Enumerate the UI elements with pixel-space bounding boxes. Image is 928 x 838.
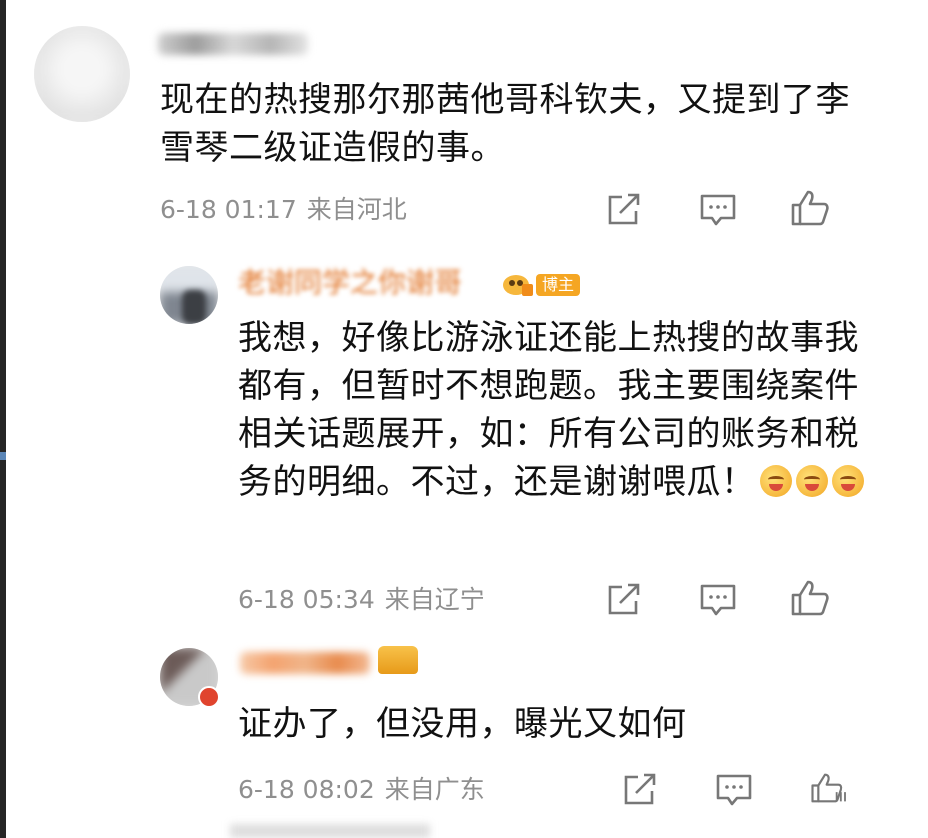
- share-icon: [624, 773, 656, 805]
- reply-button[interactable]: [698, 190, 738, 230]
- edge-marker: [0, 452, 6, 460]
- like-button[interactable]: [810, 768, 850, 808]
- emoji-icon: [759, 465, 792, 497]
- avatar[interactable]: [160, 266, 218, 324]
- comment-text: 现在的热搜那尔那茜他哥科钦夫，又提到了李雪琴二级证造假的事。: [160, 80, 850, 168]
- avatar[interactable]: [34, 26, 130, 122]
- next-comment-preview: [230, 824, 430, 838]
- comment-time: 6-18 05:34: [238, 585, 375, 614]
- comment-icon: [700, 194, 736, 226]
- username-blurred[interactable]: [240, 652, 370, 674]
- emoji-icon: [831, 465, 864, 497]
- comment-location: 来自辽宁: [384, 585, 485, 614]
- window-edge: [0, 0, 6, 838]
- share-button[interactable]: [604, 580, 644, 620]
- reply-button[interactable]: [698, 580, 738, 620]
- comment-icon: [716, 774, 752, 806]
- comment-text: 我想，好像比游泳证还能上热搜的故事我都有，但暂时不想跑题。我主要围绕案件相关话题…: [238, 314, 888, 506]
- reply-username[interactable]: 老谢同学之你谢哥: [238, 266, 462, 300]
- thumbs-up-icon: [791, 190, 829, 226]
- like-button[interactable]: [790, 578, 830, 618]
- thumbs-up-icon: [811, 773, 846, 803]
- comment-thread: 现在的热搜那尔那茜他哥科钦夫，又提到了李雪琴二级证造假的事。 6-18 01:1…: [0, 0, 928, 838]
- share-button[interactable]: [604, 190, 644, 230]
- comment-time: 6-18 01:17: [160, 195, 297, 224]
- username-blurred[interactable]: [158, 33, 308, 55]
- share-icon: [608, 193, 640, 225]
- comment-time: 6-18 08:02: [238, 775, 375, 804]
- emoji-icon: [795, 465, 828, 497]
- thumbs-up-icon: [791, 580, 829, 616]
- comment-icon: [700, 584, 736, 616]
- verified-badge-icon: [198, 686, 220, 708]
- comment-text: 证办了，但没用，曝光又如何: [238, 704, 687, 744]
- comment-location: 来自河北: [306, 195, 407, 224]
- comment-meta: 6-18 01:17 来自河北: [160, 195, 407, 225]
- comment-meta: 6-18 08:02 来自广东: [238, 775, 485, 805]
- reply-button[interactable]: [714, 770, 754, 810]
- share-icon: [608, 583, 640, 615]
- like-button[interactable]: [790, 188, 830, 228]
- fan-badge-icon: [503, 275, 533, 296]
- comment-location: 来自广东: [384, 775, 485, 804]
- blogger-tag: 博主: [536, 274, 581, 296]
- share-button[interactable]: [620, 770, 660, 810]
- crown-badge-icon: [378, 646, 418, 674]
- comment-meta: 6-18 05:34 来自辽宁: [238, 585, 485, 615]
- blogger-badge: 博主: [502, 272, 581, 298]
